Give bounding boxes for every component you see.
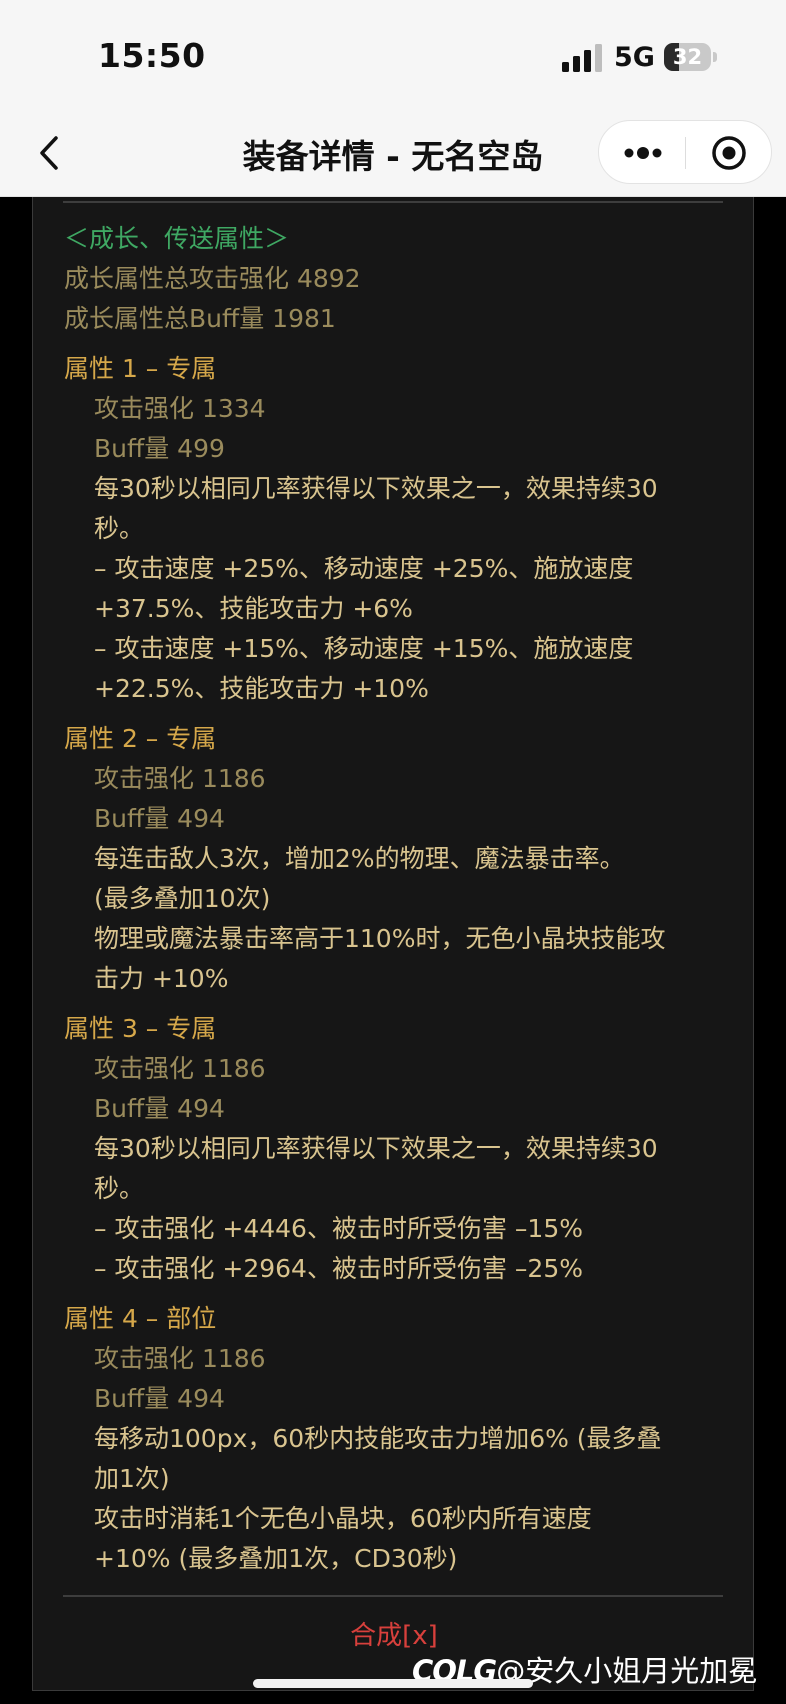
watermark-text: @安久小姐月光加冕 (496, 1654, 758, 1688)
attribute-1-line: 秒。 (94, 514, 145, 543)
attribute-4-line: +10% (最多叠加1次，CD30秒) (94, 1544, 458, 1573)
status-bar: 15:50 5G 32 (0, 0, 786, 112)
growth-header: ＜成长、传送属性＞ (64, 224, 290, 253)
mini-program-capsule (598, 120, 772, 184)
cellular-signal-icon (562, 44, 602, 72)
attribute-3-buff: Buff量 494 (94, 1094, 225, 1123)
equipment-panel: ＜成长、传送属性＞ 成长属性总攻击强化 4892 成长属性总Buff量 1981… (32, 197, 754, 1691)
attribute-4-title: 属性 4 – 部位 (64, 1304, 217, 1333)
attribute-3-line: – 攻击强化 +4446、被击时所受伤害 –15% (94, 1214, 583, 1243)
attribute-1-line: 每30秒以相同几率获得以下效果之一，效果持续30 (94, 474, 658, 503)
divider (63, 1595, 723, 1597)
attribute-3-line: 秒。 (94, 1174, 145, 1203)
status-time: 15:50 (98, 36, 206, 75)
attribute-1-line: +22.5%、技能攻击力 +10% (94, 674, 429, 703)
battery-icon: 32 (664, 43, 718, 71)
page-title: 装备详情 - 无名空岛 (242, 137, 544, 176)
attribute-1-line: – 攻击速度 +25%、移动速度 +25%、施放速度 (94, 554, 634, 583)
growth-total-attack: 成长属性总攻击强化 4892 (64, 264, 361, 293)
network-type: 5G (614, 42, 655, 73)
attribute-4-attack: 攻击强化 1186 (94, 1344, 266, 1373)
attribute-1-title: 属性 1 – 专属 (64, 354, 217, 383)
attribute-1-line: +37.5%、技能攻击力 +6% (94, 594, 413, 623)
attribute-1-attack: 攻击强化 1334 (94, 394, 266, 423)
attribute-2-buff: Buff量 494 (94, 804, 225, 833)
attribute-2-title: 属性 2 – 专属 (64, 724, 217, 753)
attribute-2-line: 每连击敌人3次，增加2%的物理、魔法暴击率。 (94, 844, 625, 873)
chevron-left-icon[interactable] (28, 130, 74, 176)
attribute-1-line: – 攻击速度 +15%、移动速度 +15%、施放速度 (94, 634, 634, 663)
attribute-4-line: 每移动100px，60秒内技能攻击力增加6% (最多叠 (94, 1424, 662, 1453)
attribute-1-buff: Buff量 499 (94, 434, 225, 463)
attribute-4-line: 加1次) (94, 1464, 170, 1493)
divider (63, 201, 723, 203)
equipment-detail-content: ＜成长、传送属性＞ 成长属性总攻击强化 4892 成长属性总Buff量 1981… (0, 197, 786, 1704)
synth-link[interactable]: 合成[x] (33, 1615, 755, 1652)
more-dots-icon[interactable] (619, 121, 667, 185)
attribute-3-line: 每30秒以相同几率获得以下效果之一，效果持续30 (94, 1134, 658, 1163)
attribute-4-buff: Buff量 494 (94, 1384, 225, 1413)
attribute-3-line: – 攻击强化 +2964、被击时所受伤害 –25% (94, 1254, 583, 1283)
capsule-divider (685, 137, 686, 169)
home-indicator[interactable] (253, 1679, 533, 1688)
attribute-2-line: 击力 +10% (94, 964, 229, 993)
attribute-3-title: 属性 3 – 专属 (64, 1014, 217, 1043)
attribute-2-attack: 攻击强化 1186 (94, 764, 266, 793)
growth-total-buff: 成长属性总Buff量 1981 (64, 304, 336, 333)
battery-level: 32 (672, 45, 703, 69)
attribute-3-attack: 攻击强化 1186 (94, 1054, 266, 1083)
attribute-2-line: (最多叠加10次) (94, 884, 271, 913)
attribute-2-line: 物理或魔法暴击率高于110%时，无色小晶块技能攻 (94, 924, 666, 953)
nav-bar: 装备详情 - 无名空岛 (0, 112, 786, 197)
attribute-4-line: 攻击时消耗1个无色小晶块，60秒内所有速度 (94, 1504, 592, 1533)
target-close-icon[interactable] (705, 121, 753, 185)
